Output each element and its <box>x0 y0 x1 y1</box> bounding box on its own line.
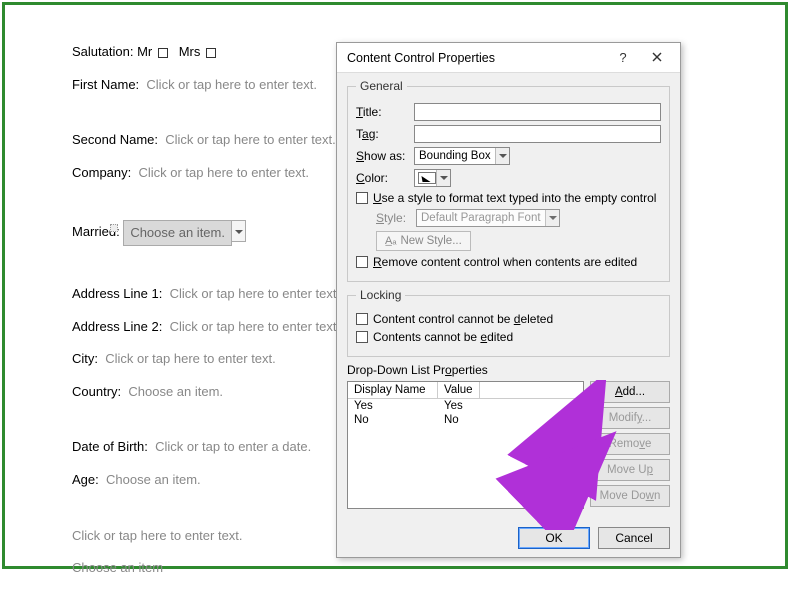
tag-input[interactable] <box>414 125 661 143</box>
dropdown-listbox[interactable]: Display Name Value Yes Yes No No <box>347 381 584 509</box>
showas-label: Show as: <box>356 149 414 163</box>
chevron-down-icon[interactable] <box>436 170 450 186</box>
close-button[interactable] <box>640 45 674 71</box>
move-up-button: Move Up <box>590 459 670 481</box>
col-value: Value <box>438 382 480 398</box>
general-group: General Title: Tag: Show as: Bounding Bo… <box>347 79 670 282</box>
dropdown-list-properties: Drop-Down List Properties Display Name V… <box>347 363 670 509</box>
checkbox-mrs[interactable] <box>206 48 216 58</box>
addr2-field[interactable]: Click or tap here to enter text. <box>170 319 341 334</box>
color-swatch-icon <box>418 172 436 184</box>
locking-legend: Locking <box>356 288 405 302</box>
company-label: Company: <box>72 165 131 180</box>
new-style-button: A̲ₐ New Style... <box>376 231 471 251</box>
add-button[interactable]: Add... <box>590 381 670 403</box>
dob-label: Date of Birth: <box>72 439 148 454</box>
checkbox-icon <box>356 256 368 268</box>
showas-value: Bounding Box <box>415 150 495 162</box>
col-display: Display Name <box>348 382 438 398</box>
addr2-label: Address Line 2: <box>72 319 162 334</box>
first-name-field[interactable]: Click or tap here to enter text. <box>146 77 317 92</box>
salutation-mr: Mr <box>137 44 152 59</box>
age-label: Age: <box>72 472 99 487</box>
country-label: Country: <box>72 384 121 399</box>
addr1-label: Address Line 1: <box>72 286 162 301</box>
extra-choose-field[interactable]: Choose an item <box>72 560 163 575</box>
style-value: Default Paragraph Font <box>417 212 545 224</box>
checkbox-icon <box>356 313 368 325</box>
close-icon <box>652 52 662 62</box>
dialog-title: Content Control Properties <box>347 51 606 65</box>
lock-edit-check[interactable]: Contents cannot be edited <box>356 330 661 344</box>
salutation-row: Salutation: Mr Mrs <box>72 44 340 60</box>
remove-button: Remove <box>590 433 670 455</box>
showas-combo[interactable]: Bounding Box <box>414 147 510 165</box>
city-field[interactable]: Click or tap here to enter text. <box>105 351 276 366</box>
use-style-check[interactable]: Use a style to format text typed into th… <box>356 191 661 205</box>
chevron-down-icon[interactable] <box>495 148 509 164</box>
salutation-label: Salutation: <box>72 44 133 59</box>
color-picker[interactable] <box>414 169 451 187</box>
ok-button[interactable]: OK <box>518 527 590 549</box>
style-combo: Default Paragraph Font <box>416 209 560 227</box>
checkbox-mr[interactable] <box>158 48 168 58</box>
content-control-properties-dialog: Content Control Properties ? General Tit… <box>336 42 681 558</box>
chevron-down-icon <box>545 210 559 226</box>
addr1-field[interactable]: Click or tap here to enter text. <box>170 286 341 301</box>
age-field[interactable]: Choose an item. <box>106 472 201 487</box>
tag-label: Tag: <box>356 127 414 141</box>
locking-group: Locking Content control cannot be delete… <box>347 288 670 357</box>
style-label: Style: <box>376 211 416 225</box>
list-item[interactable]: Yes Yes <box>348 399 583 413</box>
checkbox-icon <box>356 331 368 343</box>
city-label: City: <box>72 351 98 366</box>
help-button[interactable]: ? <box>606 45 640 71</box>
married-dropdown[interactable]: Choose an item. <box>123 220 246 246</box>
modify-button: Modify... <box>590 407 670 429</box>
first-name-label: First Name: <box>72 77 139 92</box>
move-down-button: Move Down <box>590 485 670 507</box>
color-label: Color: <box>356 171 414 185</box>
content-control-handle-icon <box>110 224 118 232</box>
title-input[interactable] <box>414 103 661 121</box>
cancel-button[interactable]: Cancel <box>598 527 670 549</box>
checkbox-icon <box>356 192 368 204</box>
salutation-mrs: Mrs <box>179 44 201 59</box>
second-name-field[interactable]: Click or tap here to enter text. <box>165 132 336 147</box>
style-icon: A̲ₐ <box>385 235 396 247</box>
dob-field[interactable]: Click or tap to enter a date. <box>155 439 311 454</box>
document-body: Salutation: Mr Mrs First Name: Click or … <box>72 44 340 593</box>
country-field[interactable]: Choose an item. <box>128 384 223 399</box>
lock-delete-check[interactable]: Content control cannot be deleted <box>356 312 661 326</box>
chevron-down-icon[interactable] <box>232 220 246 242</box>
title-label: Title: <box>356 105 414 119</box>
dd-legend: Drop-Down List Properties <box>347 363 670 377</box>
extra-text-field[interactable]: Click or tap here to enter text. <box>72 528 243 543</box>
remove-on-edit-check[interactable]: Remove content control when contents are… <box>356 255 661 269</box>
general-legend: General <box>356 79 407 93</box>
second-name-label: Second Name: <box>72 132 158 147</box>
company-field[interactable]: Click or tap here to enter text. <box>138 165 309 180</box>
list-item[interactable]: No No <box>348 413 583 427</box>
dialog-titlebar[interactable]: Content Control Properties ? <box>337 43 680 73</box>
married-dropdown-value: Choose an item. <box>123 220 232 246</box>
